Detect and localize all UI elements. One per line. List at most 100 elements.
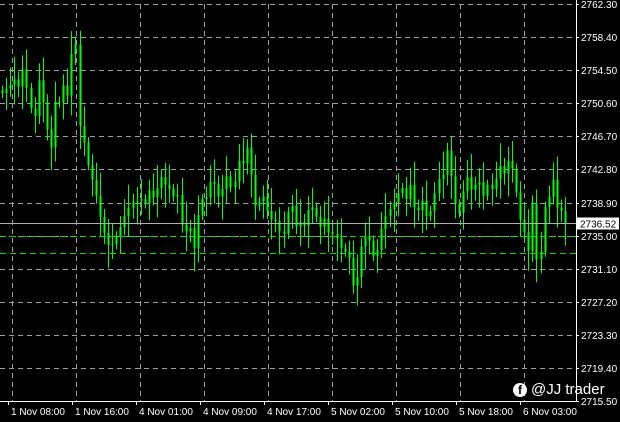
candle-body (148, 190, 151, 204)
candle-body (58, 101, 61, 103)
candle (221, 174, 224, 220)
y-tick-label: 2758.40 (581, 33, 618, 44)
candle (58, 96, 61, 108)
candle-body (1, 90, 4, 94)
candle (70, 31, 73, 116)
y-tick-label: 2723.30 (581, 331, 618, 342)
candle-body (421, 200, 424, 211)
candle (507, 146, 510, 197)
candle (205, 186, 208, 217)
candle (262, 185, 265, 219)
candle-body (95, 179, 98, 196)
y-tick-label: 2727.20 (581, 298, 618, 309)
candle-body (311, 207, 314, 211)
candle (209, 165, 212, 206)
candle-body (119, 227, 122, 237)
candle (515, 163, 518, 198)
candle-body (181, 194, 184, 225)
candle (34, 97, 37, 133)
candle-body (486, 184, 489, 196)
candle (87, 137, 90, 171)
candle (401, 182, 404, 199)
candle (148, 179, 151, 221)
candle-body (70, 54, 73, 96)
watermark: f @JJ trader (513, 381, 605, 398)
x-tick-label: 6 Nov 03:00 (523, 407, 577, 418)
candle (421, 186, 424, 234)
y-tick-label: 2762.30 (581, 0, 618, 11)
candle-body (99, 195, 102, 217)
candle-body (478, 182, 481, 185)
candle (234, 170, 237, 205)
candle-body (409, 184, 412, 200)
watermark-text: @JJ trader (531, 381, 605, 398)
candle (62, 74, 65, 120)
candle-body (107, 233, 110, 245)
candle (331, 224, 334, 245)
candle (250, 133, 253, 198)
candle-body (87, 142, 90, 166)
candle-body (176, 194, 179, 197)
candle-body (511, 160, 514, 169)
candle-body (413, 184, 416, 208)
candle (225, 156, 228, 203)
candle-body (482, 182, 485, 196)
candle-body (42, 80, 45, 103)
candle-body (495, 178, 498, 189)
candle-body (13, 79, 16, 85)
candle (393, 188, 396, 233)
candle-body (531, 203, 534, 251)
candle-body (225, 176, 228, 189)
candle-body (523, 219, 526, 233)
candle-body (193, 227, 196, 249)
x-tick-label: 4 Nov 09:00 (203, 407, 257, 418)
candle (486, 179, 489, 201)
candle-body (499, 166, 502, 179)
candle-body (462, 191, 465, 213)
price-chart[interactable]: 2736.52 2762.30 2758.40 2754.50 2750.60 2746… (0, 0, 620, 422)
x-tick-label: 1 Nov 16:00 (75, 407, 129, 418)
candle-body (446, 150, 449, 175)
candle (548, 185, 551, 224)
candle (450, 136, 453, 200)
candle (336, 219, 339, 262)
candle (103, 208, 106, 245)
candle-body (34, 108, 37, 116)
candle (54, 81, 57, 162)
candle-body (319, 216, 322, 228)
candle (368, 216, 371, 255)
candle (376, 238, 379, 273)
candle (495, 161, 498, 197)
candle-body (470, 177, 473, 190)
candle-body (21, 69, 24, 87)
candle (340, 218, 343, 263)
candle-body (278, 221, 281, 232)
candle (25, 49, 28, 102)
candle (511, 140, 514, 183)
candle (46, 94, 49, 141)
candle-body (454, 176, 457, 205)
candle-body (74, 44, 77, 55)
candle (197, 195, 200, 263)
candle (462, 180, 465, 230)
candle-body (474, 184, 477, 190)
y-tick-label: 2715.50 (581, 397, 618, 408)
candle (270, 188, 273, 240)
candle-body (291, 205, 294, 212)
candle-body (229, 176, 232, 188)
candle (474, 176, 477, 201)
candle (482, 162, 485, 210)
candle-body (5, 88, 8, 94)
candle-body (25, 69, 28, 88)
candle (303, 213, 306, 237)
candle-body (287, 211, 290, 234)
candle (429, 205, 432, 222)
candle (540, 231, 543, 274)
candle-body (144, 199, 147, 204)
candle (344, 243, 347, 257)
x-tick-label: 5 Nov 18:00 (459, 407, 513, 418)
x-tick-label: 4 Nov 17:00 (267, 407, 321, 418)
candle-body (242, 160, 245, 164)
candle (107, 219, 110, 268)
candle (242, 138, 245, 184)
